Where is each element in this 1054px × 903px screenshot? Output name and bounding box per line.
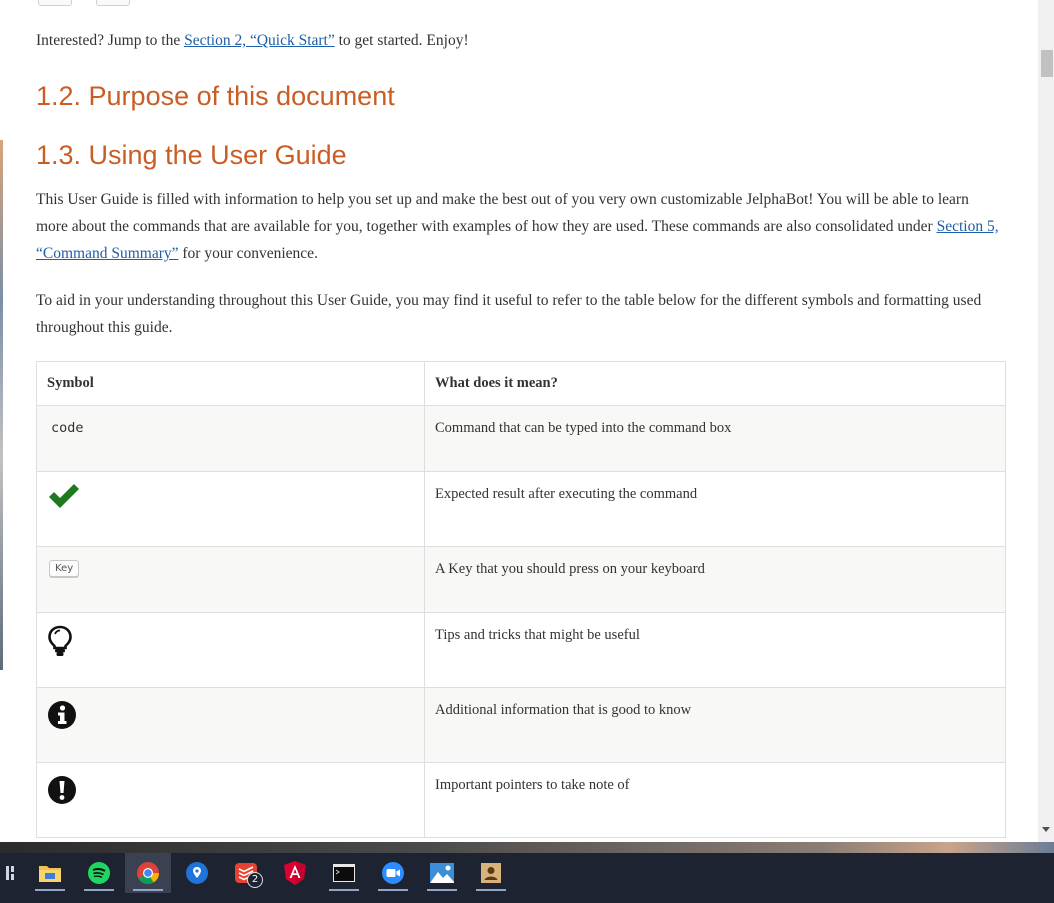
photos-icon[interactable]	[419, 853, 465, 893]
maps-icon[interactable]	[174, 853, 220, 893]
quick-start-link[interactable]: Section 2, “Quick Start”	[184, 32, 335, 49]
exclamation-icon	[47, 775, 414, 810]
meaning-cell: Command that can be typed into the comma…	[424, 405, 1006, 472]
table-header-meaning: What does it mean?	[424, 361, 1006, 406]
symbol-cell	[36, 612, 425, 688]
intro-text-prefix: Interested? Jump to the	[36, 32, 185, 49]
taskbar: 2	[0, 853, 1054, 903]
code-symbol: code	[51, 420, 84, 436]
table-header-row: Symbol What does it mean?	[36, 361, 1006, 406]
table-row: Additional information that is good to k…	[36, 687, 1006, 763]
meaning-cell: Expected result after executing the comm…	[424, 471, 1006, 547]
scrollbar-thumb[interactable]	[1041, 50, 1053, 77]
todoist-icon[interactable]: 2	[223, 853, 269, 893]
terminal-icon[interactable]	[321, 853, 367, 893]
symbol-cell: Key	[36, 546, 425, 613]
meaning-cell: A Key that you should press on your keyb…	[424, 546, 1006, 613]
table-row: Expected result after executing the comm…	[36, 471, 1006, 547]
spotify-icon[interactable]	[76, 853, 122, 893]
section-heading-purpose: 1.2. Purpose of this document	[36, 81, 395, 111]
table-row: code Command that can be typed into the …	[36, 405, 1006, 472]
desktop-background-strip	[0, 842, 1054, 853]
task-view-icon[interactable]	[0, 853, 22, 893]
meaning-cell: Tips and tricks that might be useful	[424, 612, 1006, 688]
table-row: Tips and tricks that might be useful	[36, 612, 1006, 688]
previous-content-fragment	[36, 0, 236, 6]
intro-paragraph: Interested? Jump to the Section 2, “Quic…	[36, 27, 469, 54]
using-guide-paragraph-1: This User Guide is filled with informati…	[36, 186, 1004, 267]
scroll-down-arrow-icon[interactable]	[1042, 827, 1050, 832]
table-header-symbol: Symbol	[36, 361, 425, 406]
meaning-cell: Additional information that is good to k…	[424, 687, 1006, 763]
vertical-scrollbar[interactable]	[1038, 0, 1054, 842]
using-guide-paragraph-2: To aid in your understanding throughout …	[36, 292, 982, 336]
symbol-table: Symbol What does it mean? code Command t…	[36, 361, 1006, 838]
angular-icon[interactable]	[272, 853, 318, 893]
symbol-cell	[36, 687, 425, 763]
table-row: Important pointers to take note of	[36, 762, 1006, 838]
file-explorer-icon[interactable]	[27, 853, 73, 893]
intro-text-suffix: to get started. Enjoy!	[334, 32, 469, 49]
todoist-badge: 2	[247, 872, 263, 888]
chrome-icon[interactable]	[125, 853, 171, 893]
checkmark-icon	[47, 484, 414, 515]
section-heading-using-guide: 1.3. Using the User Guide	[36, 140, 347, 170]
key-badge: Key	[49, 560, 80, 577]
symbol-cell	[36, 471, 425, 547]
using-guide-text-end: for your convenience.	[178, 245, 318, 262]
using-guide-text: This User Guide is filled with informati…	[36, 191, 969, 235]
document-viewport: Interested? Jump to the Section 2, “Quic…	[4, 0, 1038, 842]
zoom-icon[interactable]	[370, 853, 416, 893]
lightbulb-icon	[47, 625, 414, 662]
symbol-cell	[36, 762, 425, 838]
table-row: Key A Key that you should press on your …	[36, 546, 1006, 613]
meaning-cell: Important pointers to take note of	[424, 762, 1006, 838]
symbol-cell: code	[36, 405, 425, 472]
contacts-icon[interactable]	[468, 853, 514, 893]
info-icon	[47, 700, 414, 735]
